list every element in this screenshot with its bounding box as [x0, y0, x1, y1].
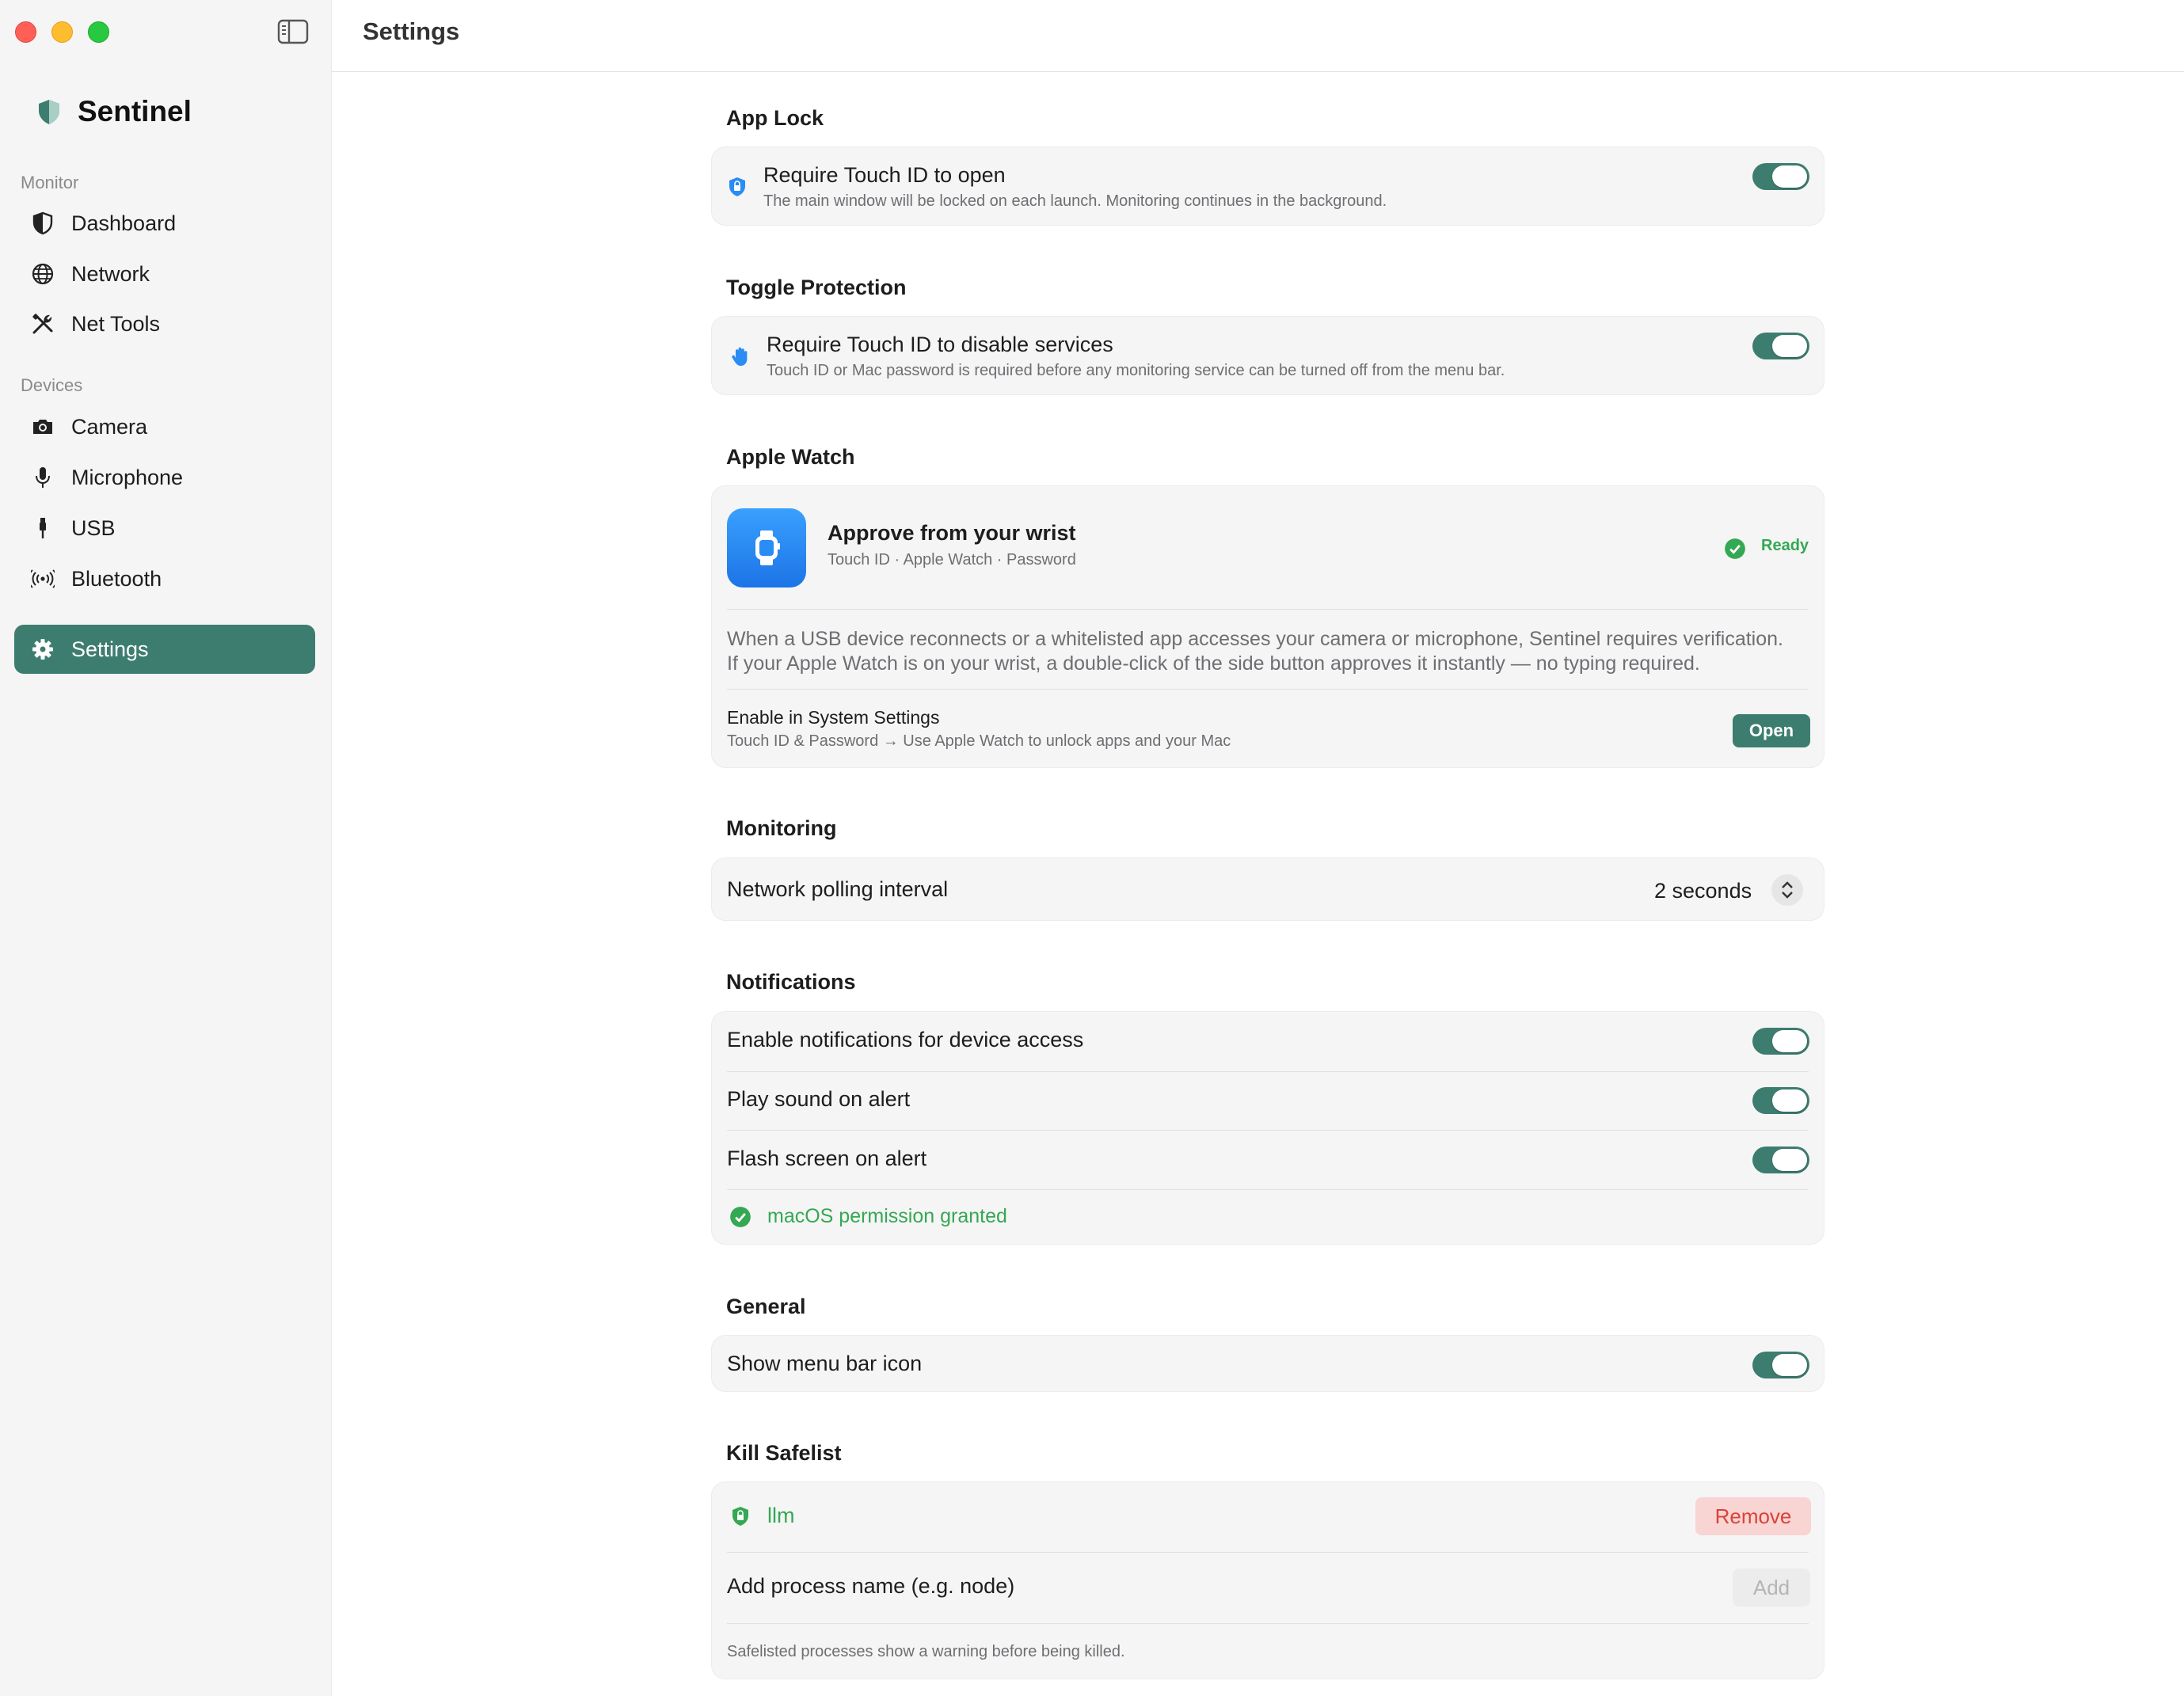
- section-title-notifications: Notifications: [726, 970, 856, 994]
- close-window-button[interactable]: [15, 21, 36, 43]
- kill-safelist-card: llm Remove Add process name (e.g. node) …: [711, 1481, 1824, 1679]
- shield-logo-icon: [39, 100, 59, 124]
- lock-shield-icon: [726, 176, 748, 198]
- app-lock-row-title: Require Touch ID to open: [763, 163, 1006, 187]
- enable-system-settings-path: Touch ID & Password → Use Apple Watch to…: [727, 732, 1231, 750]
- flash-screen-toggle[interactable]: [1752, 1147, 1809, 1173]
- lock-shield-icon: [729, 1505, 750, 1526]
- section-title-toggle-protection: Toggle Protection: [726, 276, 907, 299]
- watch-methods: Touch ID · Apple Watch · Password: [828, 551, 1076, 569]
- hand-icon: [729, 345, 751, 367]
- checkmark-circle-icon: [729, 1206, 751, 1227]
- header: Settings: [332, 0, 2184, 72]
- divider: [727, 1130, 1809, 1131]
- safelist-item: llm: [767, 1504, 795, 1527]
- add-button[interactable]: Add: [1733, 1569, 1810, 1607]
- sidebar-item-label: Camera: [71, 414, 148, 439]
- tools-icon: [29, 310, 57, 338]
- stepper-icon[interactable]: [1771, 874, 1803, 906]
- globe-icon: [29, 260, 57, 288]
- general-card: Show menu bar icon: [711, 1335, 1824, 1392]
- zoom-window-button[interactable]: [88, 21, 109, 43]
- sidebar-item-label: Microphone: [71, 465, 184, 489]
- brand-name: Sentinel: [78, 95, 192, 127]
- permission-status: macOS permission granted: [767, 1205, 1007, 1227]
- apple-watch-card: Approve from your wrist Touch ID · Apple…: [711, 485, 1824, 768]
- safelist-footer: Safelisted processes show a warning befo…: [727, 1643, 1125, 1660]
- sidebar-item-net-tools[interactable]: Net Tools: [14, 299, 315, 348]
- sidebar-item-camera[interactable]: Camera: [14, 402, 315, 451]
- section-title-general: General: [726, 1295, 806, 1318]
- camera-icon: [29, 413, 57, 441]
- play-sound-toggle[interactable]: [1752, 1087, 1809, 1114]
- sidebar-item-label: Network: [71, 261, 150, 286]
- sidebar-item-settings[interactable]: Settings: [14, 625, 315, 674]
- section-title-monitoring: Monitoring: [726, 816, 837, 840]
- monitoring-card: Network polling interval 2 seconds: [711, 858, 1824, 921]
- notifications-card: Enable notifications for device access P…: [711, 1011, 1824, 1245]
- menu-bar-icon-toggle[interactable]: [1752, 1352, 1809, 1378]
- divider: [727, 1623, 1809, 1624]
- microphone-icon: [29, 463, 57, 492]
- polling-interval-value[interactable]: 2 seconds: [1654, 879, 1752, 903]
- sidebar-item-label: Bluetooth: [71, 566, 162, 591]
- sidebar-item-label: USB: [71, 515, 116, 540]
- shield-icon: [29, 209, 57, 238]
- sidebar-item-bluetooth[interactable]: Bluetooth: [14, 554, 315, 603]
- notifications-row-label: Enable notifications for device access: [727, 1028, 1084, 1051]
- checkmark-circle-icon: [1724, 538, 1745, 559]
- enable-system-settings-title: Enable in System Settings: [727, 707, 940, 728]
- page-title: Settings: [363, 17, 460, 45]
- process-name-input[interactable]: Add process name (e.g. node): [727, 1574, 1014, 1599]
- sidebar-section-monitor: Monitor: [21, 173, 79, 192]
- toggle-protection-card: Require Touch ID to disable services Tou…: [711, 316, 1824, 395]
- watch-icon: [727, 508, 806, 588]
- divider: [727, 1189, 1809, 1190]
- watch-description-line1: When a USB device reconnects or a whitel…: [727, 628, 1783, 650]
- usb-icon: [29, 514, 57, 542]
- notifications-row-label: Play sound on alert: [727, 1087, 911, 1111]
- section-title-apple-watch: Apple Watch: [726, 445, 855, 469]
- section-title-kill-safelist: Kill Safelist: [726, 1441, 842, 1465]
- app-lock-row-sub: The main window will be locked on each l…: [763, 192, 1387, 210]
- sidebar-item-label: Net Tools: [71, 311, 161, 336]
- section-title-app-lock: App Lock: [726, 106, 824, 130]
- gear-icon: [29, 635, 57, 664]
- menu-bar-icon-label: Show menu bar icon: [727, 1352, 923, 1375]
- sidebar-toggle-icon[interactable]: [277, 18, 309, 45]
- open-system-settings-button[interactable]: Open: [1733, 714, 1810, 747]
- sidebar: Sentinel Monitor Dashboard Network Net T…: [0, 0, 332, 1696]
- app-lock-toggle[interactable]: [1752, 163, 1809, 190]
- sidebar-item-usb[interactable]: USB: [14, 504, 315, 553]
- divider: [727, 609, 1809, 610]
- polling-interval-label: Network polling interval: [727, 877, 949, 901]
- sidebar-item-label: Settings: [71, 637, 149, 661]
- sidebar-item-label: Dashboard: [71, 211, 177, 235]
- device-access-notifications-toggle[interactable]: [1752, 1028, 1809, 1055]
- minimize-window-button[interactable]: [51, 21, 73, 43]
- toggle-protection-row-title: Require Touch ID to disable services: [767, 333, 1113, 356]
- app-lock-card: Require Touch ID to open The main window…: [711, 146, 1824, 226]
- sidebar-item-dashboard[interactable]: Dashboard: [14, 199, 315, 248]
- toggle-protection-toggle[interactable]: [1752, 333, 1809, 359]
- bluetooth-icon: [29, 565, 57, 593]
- brand: Sentinel: [35, 92, 192, 131]
- watch-status: Ready: [1761, 537, 1809, 554]
- sidebar-item-microphone[interactable]: Microphone: [14, 453, 315, 502]
- toggle-protection-row-sub: Touch ID or Mac password is required bef…: [767, 362, 1505, 379]
- watch-description-line2: If your Apple Watch is on your wrist, a …: [727, 652, 1700, 675]
- notifications-row-label: Flash screen on alert: [727, 1147, 927, 1170]
- sidebar-item-network[interactable]: Network: [14, 249, 315, 299]
- remove-button[interactable]: Remove: [1695, 1497, 1811, 1535]
- watch-heading: Approve from your wrist: [828, 521, 1076, 545]
- divider: [727, 1071, 1809, 1072]
- divider: [727, 689, 1809, 690]
- divider: [727, 1552, 1809, 1553]
- sidebar-section-devices: Devices: [21, 375, 83, 395]
